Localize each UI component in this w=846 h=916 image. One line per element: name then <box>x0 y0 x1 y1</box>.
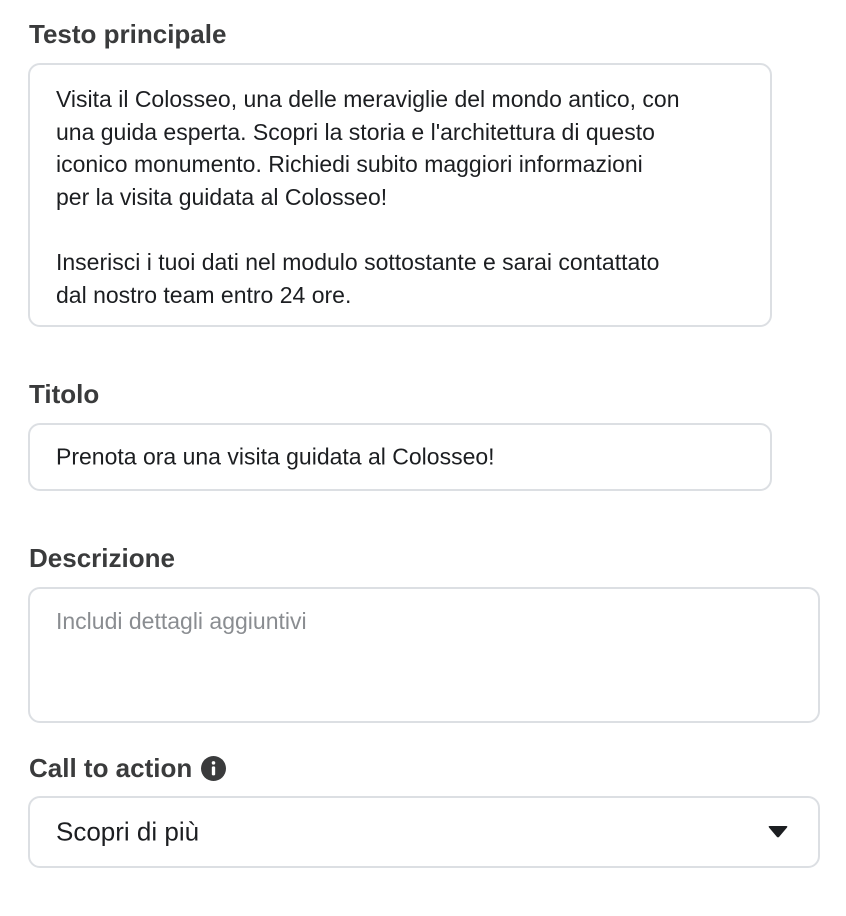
call-to-action-select[interactable]: Scopri di più <box>28 796 820 868</box>
headline-field[interactable]: Prenota ora una visita guidata al Coloss… <box>28 423 772 491</box>
description-placeholder: Includi dettagli aggiuntivi <box>56 608 307 634</box>
primary-text-field[interactable]: Visita il Colosseo, una delle meraviglie… <box>28 63 772 327</box>
info-icon[interactable] <box>201 756 226 781</box>
description-label: Descrizione <box>29 543 175 573</box>
headline-label: Titolo <box>29 379 100 409</box>
primary-text-value: Visita il Colosseo, una delle meraviglie… <box>56 86 680 308</box>
call-to-action-label: Call to action <box>29 753 193 783</box>
description-field[interactable]: Includi dettagli aggiuntivi <box>28 587 820 723</box>
primary-text-label: Testo principale <box>29 19 227 49</box>
headline-value: Prenota ora una visita guidata al Coloss… <box>56 443 495 470</box>
caret-down-icon[interactable] <box>768 826 788 838</box>
call-to-action-selected-value: Scopri di più <box>56 816 200 847</box>
